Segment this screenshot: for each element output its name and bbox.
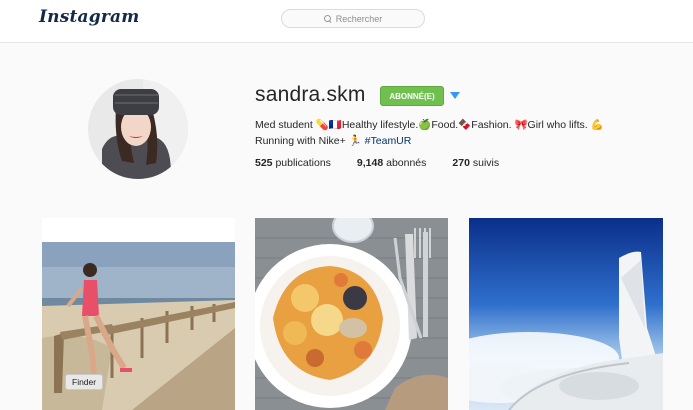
stat-posts: 525 publications	[255, 157, 331, 169]
followers-label: abonnés	[386, 157, 427, 169]
search-input[interactable]: Rechercher	[281, 9, 425, 28]
instagram-logo[interactable]: Instagram	[39, 7, 139, 27]
posts-count: 525	[255, 157, 273, 169]
post-thumbnail-food[interactable]	[255, 218, 448, 410]
profile-avatar[interactable]	[88, 79, 188, 179]
bio-line-2-text: Running with Nike+ 🏃	[255, 135, 362, 147]
stat-followers[interactable]: 9,148 abonnés	[357, 157, 427, 169]
bio-line-2: Running with Nike+ 🏃 #TeamUR	[255, 133, 635, 149]
top-navigation-bar: Instagram Rechercher	[0, 0, 693, 43]
dock-icons	[70, 403, 190, 410]
finder-tooltip: Finder	[65, 374, 104, 390]
following-count: 270	[452, 157, 470, 169]
stat-following[interactable]: 270 suivis	[452, 157, 499, 169]
dropdown-arrow-icon[interactable]	[450, 92, 460, 99]
hashtag-link[interactable]: #TeamUR	[365, 135, 412, 147]
profile-username: sandra.skm	[255, 83, 366, 106]
bio-line-1: Med student 💊🇫🇷Healthy lifestyle.🍏Food.🍫…	[255, 119, 604, 131]
search-icon	[323, 14, 332, 23]
followers-count: 9,148	[356, 157, 384, 169]
search-placeholder: Rechercher	[335, 13, 383, 24]
following-button[interactable]: ABONNÉ(E)	[380, 86, 444, 106]
posts-label: publications	[275, 157, 331, 169]
following-label: suivis	[472, 157, 500, 169]
profile-bio: Med student 💊🇫🇷Healthy lifestyle.🍏Food.🍫…	[255, 117, 635, 149]
post-thumbnail-plane[interactable]	[469, 218, 663, 410]
profile-stats: 525 publications 9,148 abonnés 270 suivi…	[255, 157, 499, 169]
